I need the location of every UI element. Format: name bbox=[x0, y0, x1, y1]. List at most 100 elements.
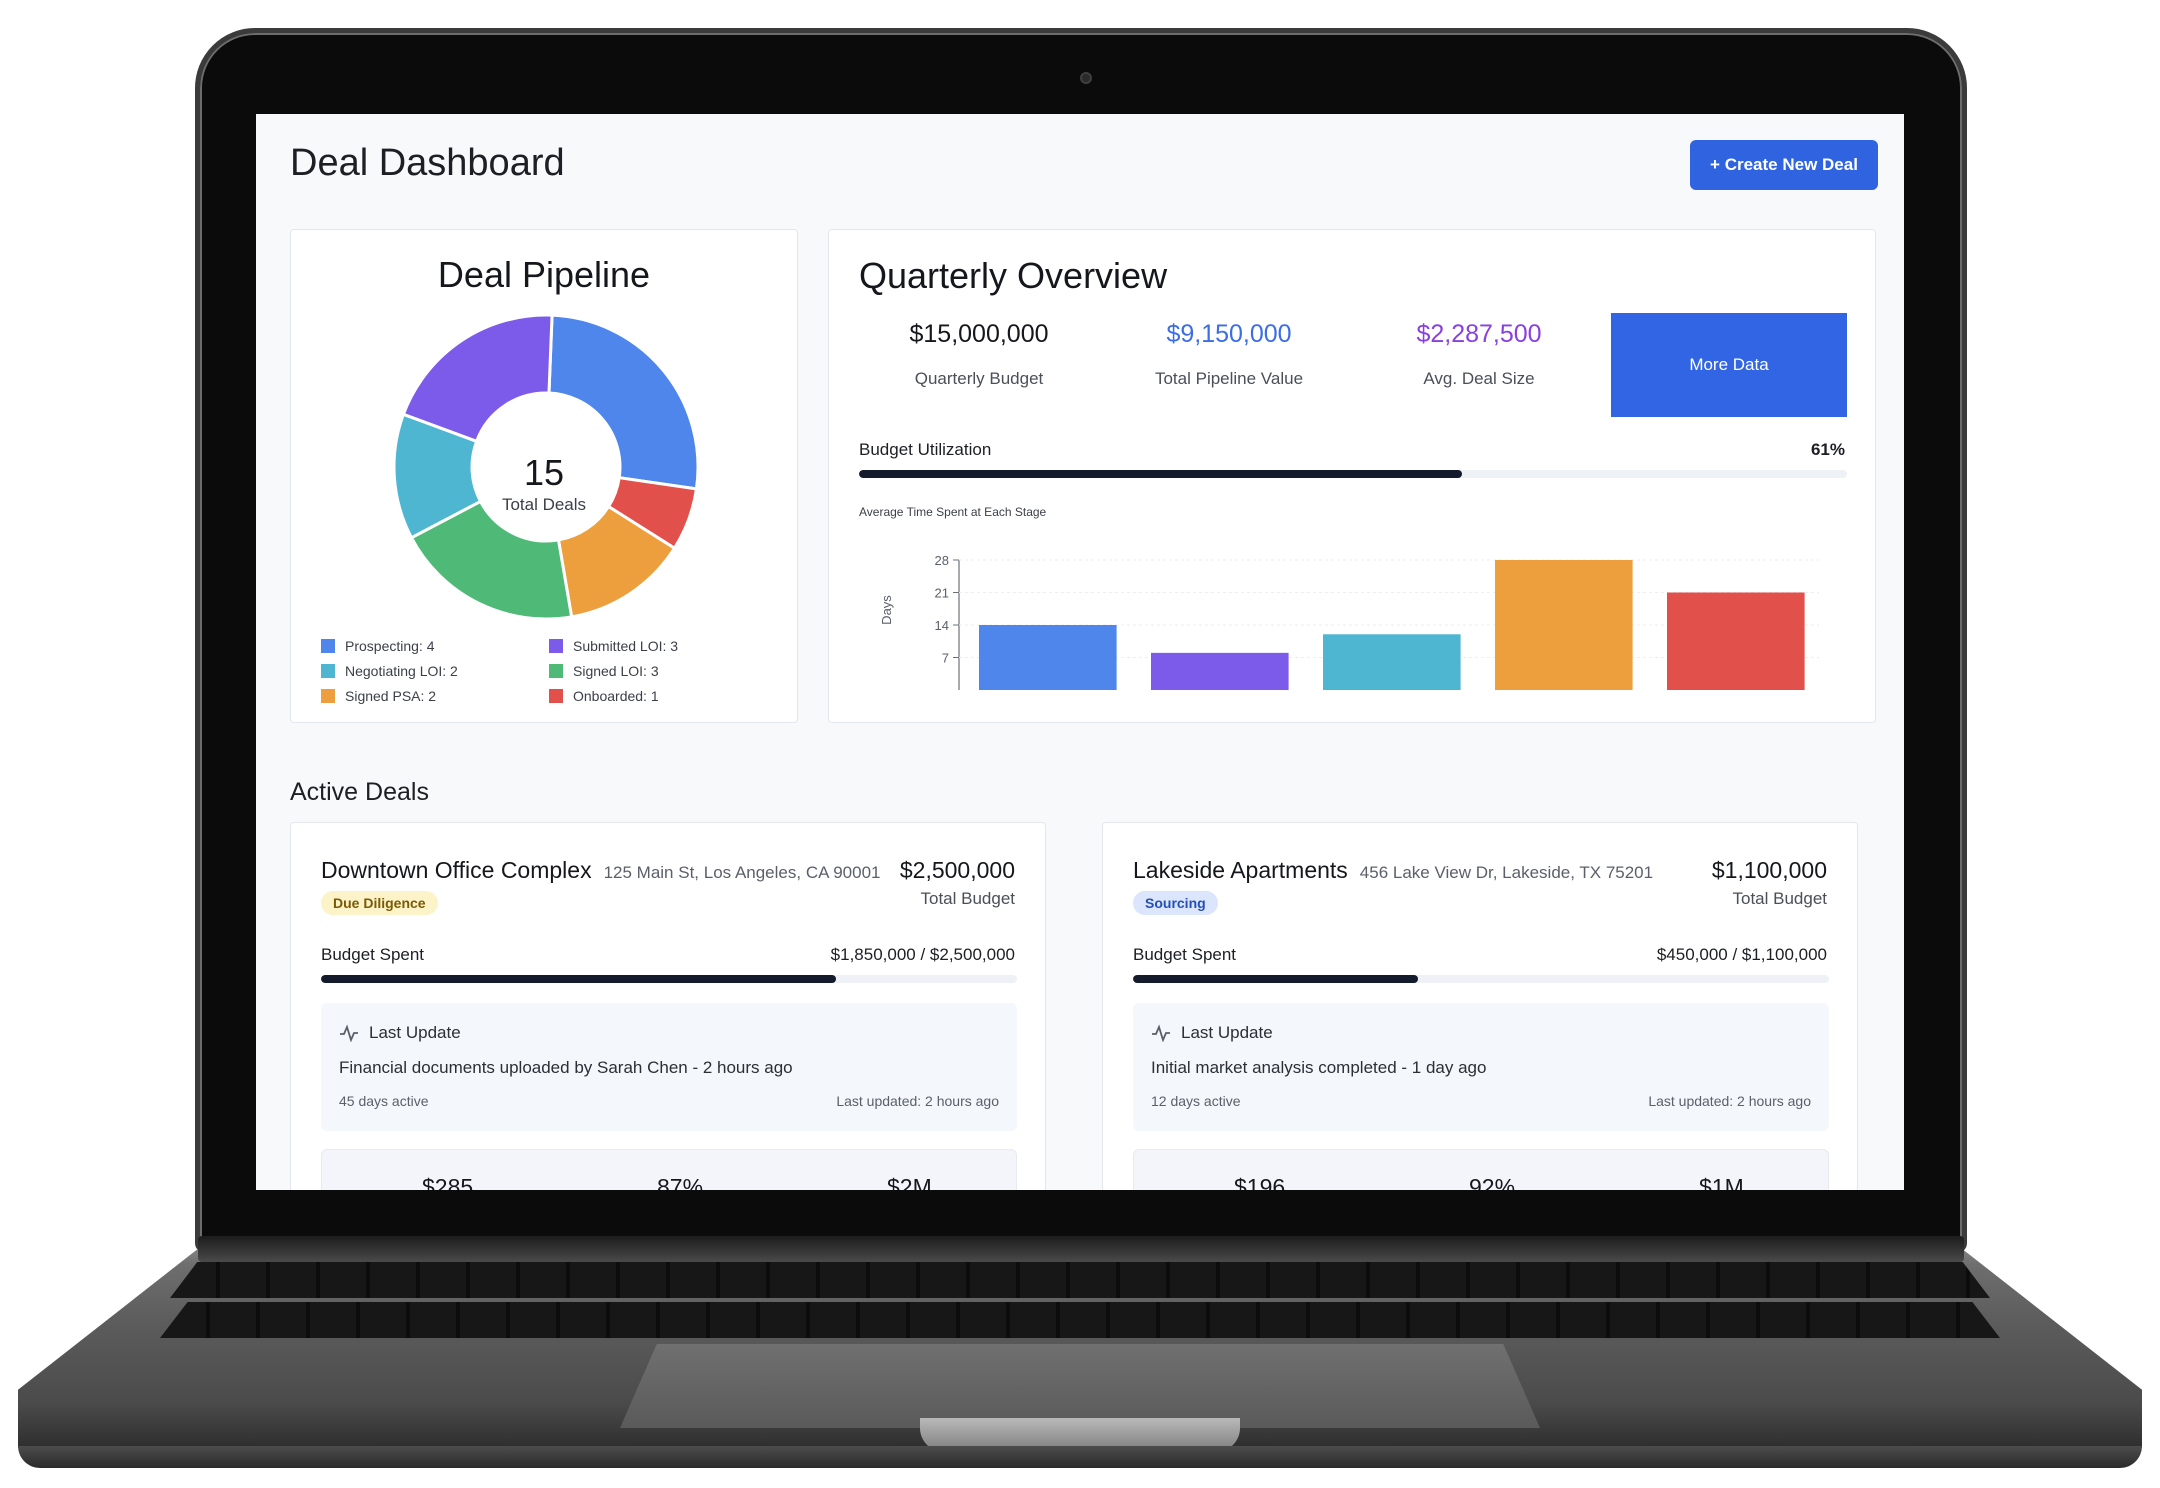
y-tick-label: 14 bbox=[935, 618, 949, 633]
overview-title: Quarterly Overview bbox=[859, 255, 1168, 296]
stat-label: Quarterly Budget bbox=[914, 369, 1044, 388]
last-update-box: Last Update Initial market analysis comp… bbox=[1133, 1003, 1829, 1131]
budget-spent-label: Budget Spent bbox=[1133, 945, 1237, 964]
deal-total-budget-label: Total Budget bbox=[920, 889, 1015, 908]
legend-item-submitted-loi: Submitted LOI: 3 bbox=[549, 638, 678, 654]
deal-name: Downtown Office Complex bbox=[321, 857, 592, 883]
screen: Deal Dashboard + Create New Deal Deal Pi… bbox=[256, 114, 1904, 1190]
budget-utilization-bar bbox=[859, 470, 1847, 478]
deal-name-row: Lakeside Apartments 456 Lake View Dr, Lak… bbox=[1133, 857, 1653, 884]
stat-avg-deal-size: $2,287,500 Avg. Deal Size bbox=[1369, 320, 1589, 389]
budget-spent-bar bbox=[321, 975, 1017, 983]
last-update-title: Last Update bbox=[1181, 1023, 1273, 1042]
legend-item-signed-psa: Signed PSA: 2 bbox=[321, 688, 436, 704]
total-deals-label: Total Deals bbox=[501, 495, 587, 514]
donut-slice-submitted-loi[interactable] bbox=[401, 313, 554, 444]
days-active: 12 days active bbox=[1151, 1093, 1241, 1109]
last-updated: Last updated: 2 hours ago bbox=[836, 1093, 999, 1109]
budget-spent-fill bbox=[1133, 975, 1419, 983]
last-updated: Last updated: 2 hours ago bbox=[1648, 1093, 1811, 1109]
deal-metrics: $285 87% $2M bbox=[321, 1149, 1017, 1190]
laptop-foot bbox=[18, 1446, 2142, 1468]
stat-label: Avg. Deal Size bbox=[1423, 369, 1535, 388]
budget-utilization-fill bbox=[859, 470, 1462, 478]
y-tick-label: 7 bbox=[942, 651, 949, 666]
status-badge: Due Diligence bbox=[321, 891, 438, 915]
days-active: 45 days active bbox=[339, 1093, 429, 1109]
legend-swatch bbox=[321, 639, 335, 653]
more-data-button[interactable]: More Data bbox=[1611, 313, 1847, 417]
last-update-title: Last Update bbox=[369, 1023, 461, 1042]
laptop-hinge bbox=[198, 1236, 1964, 1262]
deal-metric: $196 bbox=[1234, 1174, 1286, 1190]
stat-value: $9,150,000 bbox=[1166, 320, 1292, 348]
legend-label: Negotiating LOI: 2 bbox=[345, 663, 458, 679]
budget-spent-value: $1,850,000 / $2,500,000 bbox=[830, 945, 1015, 964]
bar-stage-2[interactable] bbox=[1151, 652, 1289, 690]
quarterly-overview-card: Quarterly Overview $15,000,000 Quarterly… bbox=[828, 229, 1876, 723]
last-update-text: Initial market analysis completed - 1 da… bbox=[1151, 1058, 1487, 1077]
legend-swatch bbox=[549, 664, 563, 678]
stat-total-pipeline-value: $9,150,000 Total Pipeline Value bbox=[1119, 320, 1339, 389]
deal-metric: $1M bbox=[1699, 1174, 1744, 1190]
budget-spent-value: $450,000 / $1,100,000 bbox=[1656, 945, 1827, 964]
budget-utilization-percent: 61% bbox=[1810, 440, 1845, 459]
last-update-box: Last Update Financial documents uploaded… bbox=[321, 1003, 1017, 1131]
create-new-deal-button[interactable]: + Create New Deal bbox=[1690, 140, 1878, 190]
stage-time-chart-title: Average Time Spent at Each Stage bbox=[859, 505, 1047, 519]
legend-item-signed-loi: Signed LOI: 3 bbox=[549, 663, 659, 679]
budget-utilization-label: Budget Utilization bbox=[859, 440, 992, 459]
activity-icon bbox=[340, 1024, 358, 1042]
deal-metric: 92% bbox=[1469, 1174, 1516, 1190]
legend-label: Onboarded: 1 bbox=[573, 688, 659, 704]
stat-label: Total Pipeline Value bbox=[1154, 369, 1304, 388]
last-update-header: Last Update bbox=[1151, 1023, 1273, 1043]
legend-item-prospecting: Prospecting: 4 bbox=[321, 638, 435, 654]
legend-label: Signed LOI: 3 bbox=[573, 663, 659, 679]
webcam bbox=[1080, 72, 1092, 84]
active-deals-title: Active Deals bbox=[290, 778, 429, 806]
y-tick-label: 21 bbox=[935, 586, 949, 601]
legend-swatch bbox=[321, 689, 335, 703]
deal-address: 456 Lake View Dr, Lakeside, TX 75201 bbox=[1359, 863, 1654, 882]
deal-card[interactable]: Downtown Office Complex 125 Main St, Los … bbox=[290, 822, 1046, 1190]
deal-pipeline-card: Deal Pipeline 15 Total Deals Prospecting… bbox=[290, 229, 798, 723]
deal-total-budget-label: Total Budget bbox=[1732, 889, 1827, 908]
bar-stage-5[interactable] bbox=[1667, 592, 1805, 691]
last-update-header: Last Update bbox=[339, 1023, 461, 1043]
deal-total-budget: $2,500,000 bbox=[899, 857, 1015, 883]
deal-card[interactable]: Lakeside Apartments 456 Lake View Dr, Lak… bbox=[1102, 822, 1858, 1190]
bar-stage-1[interactable] bbox=[979, 625, 1117, 690]
trackpad bbox=[620, 1344, 1540, 1428]
deal-total-budget: $1,100,000 bbox=[1711, 857, 1827, 883]
pipeline-title: Deal Pipeline bbox=[437, 254, 651, 295]
keyboard-row bbox=[170, 1262, 1990, 1298]
legend-swatch bbox=[549, 639, 563, 653]
activity-icon bbox=[1152, 1024, 1170, 1042]
stat-quarterly-budget: $15,000,000 Quarterly Budget bbox=[869, 320, 1089, 389]
laptop-frame: Deal Dashboard + Create New Deal Deal Pi… bbox=[0, 0, 2160, 1488]
stage-time-bar-chart: Days 7 14 21 28 bbox=[879, 553, 1819, 691]
legend-label: Signed PSA: 2 bbox=[345, 688, 437, 704]
bar-stage-3[interactable] bbox=[1323, 634, 1461, 690]
deal-metrics: $196 92% $1M bbox=[1133, 1149, 1829, 1190]
budget-spent-bar bbox=[1133, 975, 1829, 983]
total-deals-count: 15 bbox=[523, 452, 565, 493]
keyboard-row bbox=[160, 1302, 2000, 1338]
status-badge: Sourcing bbox=[1133, 891, 1218, 915]
deal-metric: $285 bbox=[422, 1174, 474, 1190]
stat-value: $2,287,500 bbox=[1416, 320, 1542, 348]
deal-name-row: Downtown Office Complex 125 Main St, Los … bbox=[321, 857, 881, 884]
deal-address: 125 Main St, Los Angeles, CA 90001 bbox=[603, 863, 881, 882]
legend-swatch bbox=[321, 664, 335, 678]
stat-value: $15,000,000 bbox=[909, 320, 1049, 348]
legend-label: Submitted LOI: 3 bbox=[573, 638, 679, 654]
deal-metric: $2M bbox=[887, 1174, 932, 1190]
budget-spent-label: Budget Spent bbox=[321, 945, 425, 964]
deal-metric: 87% bbox=[657, 1174, 704, 1190]
bar-stage-4[interactable] bbox=[1495, 560, 1633, 690]
deal-name: Lakeside Apartments bbox=[1133, 857, 1348, 883]
legend-item-negotiating-loi: Negotiating LOI: 2 bbox=[321, 663, 458, 679]
legend-label: Prospecting: 4 bbox=[345, 638, 435, 654]
page-title: Deal Dashboard bbox=[290, 142, 565, 184]
